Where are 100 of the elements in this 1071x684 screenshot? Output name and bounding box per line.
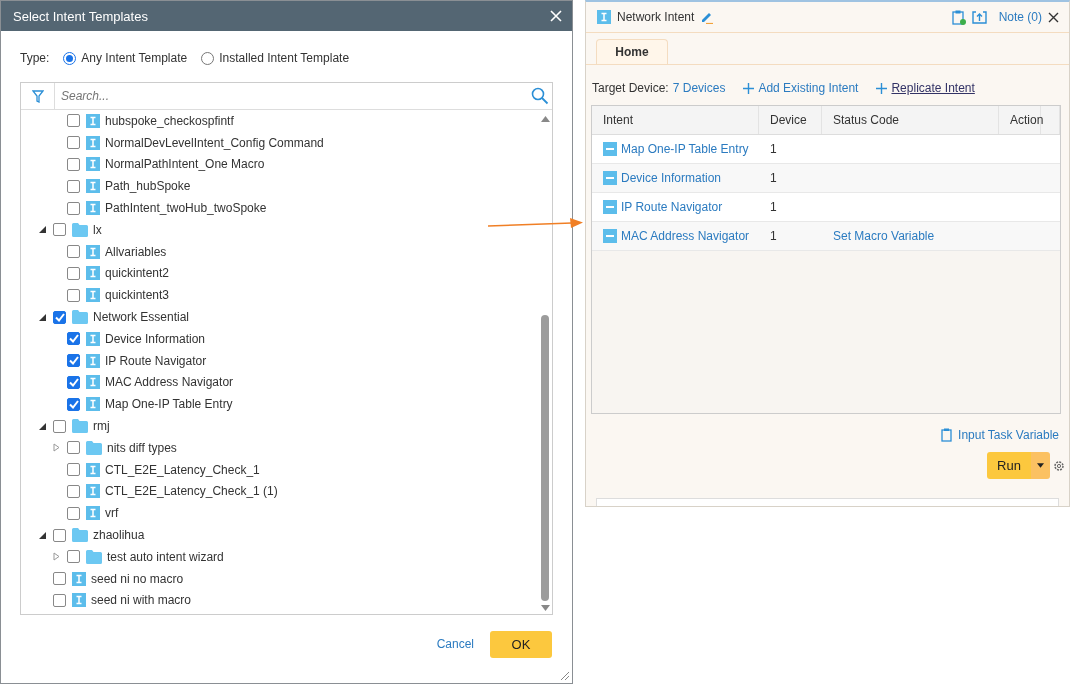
intent-icon [72, 571, 86, 586]
intent-icon [603, 171, 617, 185]
cancel-link[interactable]: Cancel [436, 637, 474, 651]
tree-item[interactable]: quickintent2 [39, 262, 538, 285]
tree-item[interactable]: NormalPathIntent_One Macro [39, 153, 538, 176]
checkbox[interactable] [67, 136, 80, 150]
checkbox[interactable] [67, 114, 80, 128]
intent-icon [603, 200, 617, 214]
scrollbar-thumb[interactable] [541, 315, 549, 601]
checkbox[interactable] [67, 288, 80, 302]
tree-item[interactable]: seed ni with macro [39, 589, 538, 612]
filter-icon[interactable] [31, 89, 44, 103]
tree-item[interactable]: IP Route Navigator [39, 349, 538, 372]
intent-icon [86, 179, 100, 194]
close-icon[interactable] [1048, 11, 1059, 23]
checkbox[interactable] [67, 332, 80, 346]
intent-link[interactable]: Map One-IP Table Entry [592, 142, 759, 156]
collapse-icon[interactable] [39, 531, 46, 539]
intent-icon [86, 135, 100, 150]
tree-item[interactable]: quickintent3 [39, 284, 538, 307]
pencil-icon[interactable] [700, 10, 714, 24]
tree-item[interactable]: PathIntent_twoHub_twoSpoke [39, 197, 538, 219]
checkbox[interactable] [67, 201, 80, 215]
search-field[interactable]: Search... [55, 83, 552, 109]
folder-icon [72, 222, 88, 237]
tree-item[interactable]: Map One-IP Table Entry [39, 393, 538, 416]
tree-item[interactable]: MAC Address Navigator [39, 371, 538, 394]
tree-item[interactable]: lx [39, 219, 538, 241]
note-link[interactable]: Note (0) [998, 10, 1042, 24]
checkbox[interactable] [67, 506, 80, 520]
scroll-down-icon[interactable] [540, 605, 550, 611]
checkbox[interactable] [67, 354, 80, 368]
checkbox[interactable] [67, 441, 80, 455]
tree-item[interactable]: nits diff types [39, 436, 538, 459]
checkbox[interactable] [67, 245, 80, 259]
collapse-icon[interactable] [39, 313, 46, 321]
column-header[interactable]: Intent [592, 106, 759, 134]
folder-icon [72, 419, 88, 434]
intent-icon [603, 142, 617, 156]
checkbox[interactable] [67, 484, 80, 498]
collapse-icon[interactable] [39, 226, 46, 234]
intent-icon [86, 157, 100, 172]
expand-icon[interactable] [53, 552, 60, 562]
settings-icon[interactable] [1053, 459, 1065, 472]
tree-item[interactable]: CTL_E2E_Latency_Check_1 [39, 458, 538, 481]
tree-item[interactable]: Network Essential [39, 306, 538, 328]
input-task-variable-link[interactable]: Input Task Variable [941, 428, 1059, 442]
intent-icon [86, 462, 100, 477]
column-header[interactable]: Action [999, 106, 1041, 134]
expand-icon[interactable] [53, 443, 60, 453]
checkbox[interactable] [67, 463, 80, 477]
radio-option[interactable]: Any Intent Template [63, 51, 188, 65]
tree-item[interactable]: zhaolihua [39, 524, 538, 546]
checkbox[interactable] [67, 179, 80, 193]
checkbox[interactable] [67, 375, 80, 389]
intent-link[interactable]: MAC Address Navigator [592, 229, 759, 243]
collapse-icon[interactable] [39, 422, 46, 430]
intent-icon [86, 375, 100, 390]
tree-item[interactable]: vrf [39, 502, 538, 525]
devices-link[interactable]: 7 Devices [672, 81, 726, 95]
tree-item[interactable]: Allvariables [39, 240, 538, 263]
intent-link[interactable]: Device Information [592, 171, 759, 185]
search-icon[interactable] [531, 87, 549, 105]
add-link[interactable]: Add Existing Intent [743, 81, 859, 95]
column-header[interactable]: Status Code [822, 106, 999, 134]
checkbox[interactable] [67, 397, 80, 411]
dropdown-button[interactable] [1031, 452, 1050, 479]
status-link[interactable]: Set Macro Variable [833, 229, 935, 243]
tree-item[interactable]: NormalDevLevelIntent_Config Command [39, 131, 538, 154]
checkbox[interactable] [53, 528, 66, 542]
clipboard-icon[interactable] [951, 9, 966, 25]
checkbox[interactable] [53, 572, 66, 586]
share-icon[interactable] [971, 10, 987, 24]
clipboard-icon [941, 428, 953, 442]
home-tab[interactable]: Home [596, 39, 668, 64]
intent-icon [86, 353, 100, 368]
checkbox[interactable] [53, 223, 66, 237]
tree-item[interactable]: Device Information [39, 327, 538, 350]
checkbox[interactable] [53, 593, 66, 607]
intent-icon [86, 506, 100, 521]
checkbox[interactable] [67, 266, 80, 280]
checkbox[interactable] [67, 550, 80, 564]
ok-button[interactable]: OK [490, 630, 552, 658]
scroll-up-icon[interactable] [540, 116, 550, 122]
intent-link[interactable]: IP Route Navigator [592, 200, 759, 214]
tree-item[interactable]: rmj [39, 415, 538, 437]
resize-grip-icon[interactable] [561, 672, 569, 680]
tree-item[interactable]: seed ni no macro [39, 567, 538, 590]
radio-option[interactable]: Installed Intent Template [201, 51, 350, 65]
column-header[interactable]: Device [759, 106, 822, 134]
checkbox[interactable] [53, 419, 66, 433]
add-link[interactable]: Replicate Intent [876, 81, 975, 95]
checkbox[interactable] [67, 158, 80, 171]
run-button[interactable]: Run [987, 452, 1031, 479]
tree-item[interactable]: hubspoke_checkospfintf [39, 110, 538, 132]
tree-item[interactable]: Path_hubSpoke [39, 175, 538, 198]
tree-item[interactable]: CTL_E2E_Latency_Check_1 (1) [39, 480, 538, 503]
checkbox[interactable] [53, 310, 66, 324]
tree-item[interactable]: test auto intent wizard [39, 545, 538, 568]
type-label: Type: [20, 51, 50, 65]
